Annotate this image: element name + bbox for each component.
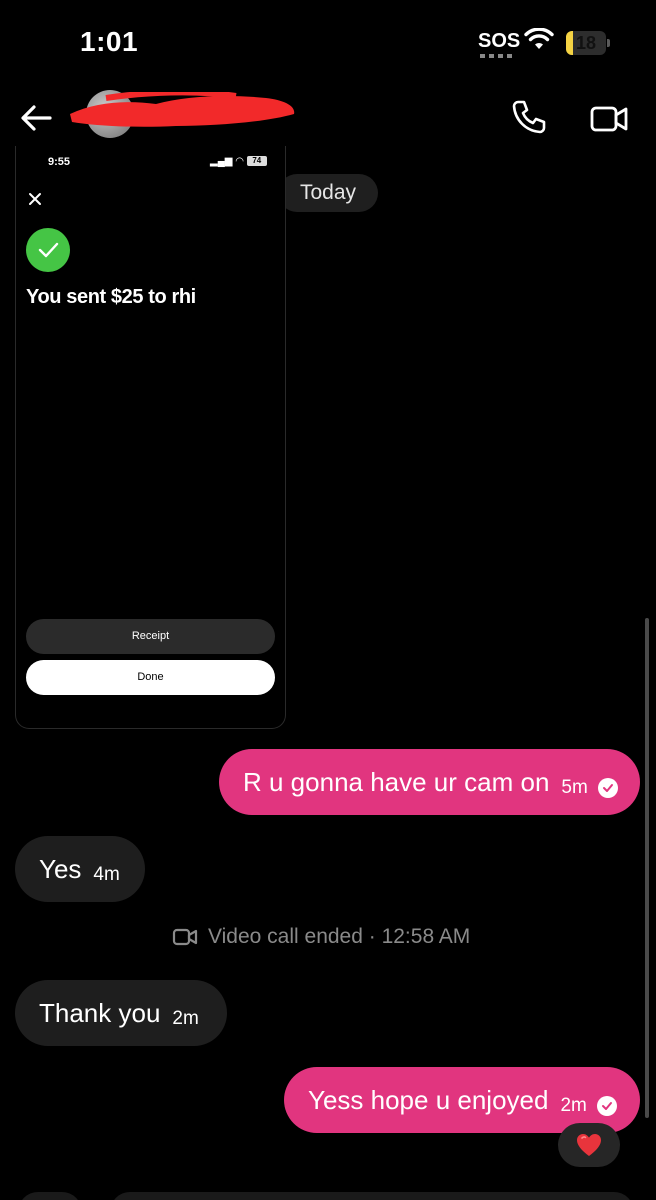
phone-call-icon[interactable]: [508, 96, 550, 138]
status-bar: 1:01 SOS 18: [0, 0, 656, 90]
heart-reaction[interactable]: [558, 1123, 620, 1167]
message-input[interactable]: [110, 1192, 634, 1200]
screenshot-wifi-icon: ◠: [235, 156, 244, 167]
shared-screenshot[interactable]: 9:55 ▂▄▆ ◠ 74 You sent $25 to rhi Receip…: [15, 146, 286, 729]
payment-confirmation-text: You sent $25 to rhi: [26, 286, 196, 308]
message-bubble-outgoing[interactable]: R u gonna have ur cam on 5m: [219, 749, 640, 815]
screenshot-battery: 74: [246, 156, 267, 167]
message-time: 2m: [172, 1008, 199, 1029]
wifi-icon: [524, 28, 554, 49]
message-text: Yes: [39, 853, 82, 884]
back-arrow-icon[interactable]: [16, 98, 56, 138]
message-time: 4m: [93, 864, 120, 885]
video-call-icon[interactable]: [588, 98, 630, 140]
heart-icon: [577, 1134, 601, 1156]
battery-icon: 18: [566, 31, 606, 55]
seen-check-icon: [596, 1096, 617, 1116]
status-time: 1:01: [80, 26, 139, 57]
camera-button[interactable]: [18, 1192, 82, 1200]
video-call-ended-notice: Video call ended · 12:58 AM: [172, 922, 470, 952]
message-time: 2m: [560, 1095, 587, 1116]
close-icon: [29, 193, 41, 205]
message-bubble-incoming[interactable]: Thank you 2m: [15, 980, 227, 1046]
message-text: Thank you: [39, 997, 161, 1028]
receipt-button: Receipt: [26, 619, 275, 654]
signal-dots-icon: [480, 54, 514, 58]
sos-indicator: SOS: [478, 30, 521, 52]
video-camera-icon: [172, 928, 198, 946]
checkmark-icon: [26, 228, 70, 272]
screenshot-signal-icon: ▂▄▆: [210, 156, 233, 167]
screenshot-time: 9:55: [48, 156, 71, 168]
chat-header: [0, 90, 656, 146]
message-time: 5m: [561, 777, 588, 798]
done-button: Done: [26, 660, 275, 695]
seen-check-icon: [597, 778, 618, 798]
system-event-text: Video call ended · 12:58 AM: [208, 925, 471, 948]
message-text: R u gonna have ur cam on: [243, 766, 550, 797]
date-separator: Today: [278, 174, 378, 212]
scrollbar[interactable]: [645, 618, 649, 1118]
screenshot-status-icons: ▂▄▆ ◠ 74: [210, 156, 267, 167]
battery-level: 18: [575, 33, 597, 53]
battery-cap: [607, 39, 610, 47]
message-text: Yess hope u enjoyed: [308, 1084, 549, 1115]
message-bubble-incoming[interactable]: Yes 4m: [15, 836, 145, 902]
redaction-scribble: [70, 92, 295, 127]
